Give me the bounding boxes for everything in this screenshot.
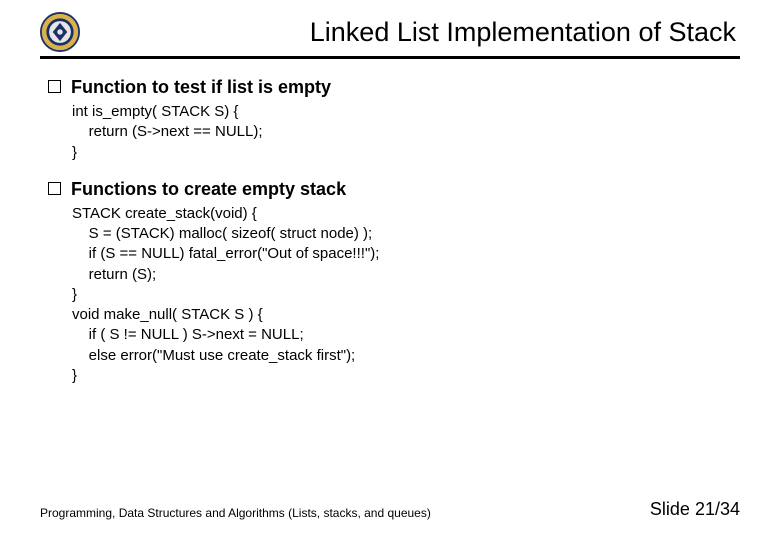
slide: Linked List Implementation of Stack Func… (0, 0, 780, 540)
slide-header: Linked List Implementation of Stack (40, 12, 740, 52)
code-line: if ( S != NULL ) S->next = NULL; (72, 325, 740, 345)
slide-number: Slide 21/34 (650, 499, 740, 520)
code-line: } (72, 143, 740, 163)
code-line: int is_empty( STACK S) { (72, 102, 740, 122)
slide-footer: Programming, Data Structures and Algorit… (40, 499, 740, 520)
code-line: void make_null( STACK S ) { (72, 305, 740, 325)
code-line: } (72, 366, 740, 386)
code-line: else error("Must use create_stack first"… (72, 346, 740, 366)
bullet-heading: Function to test if list is empty (71, 77, 331, 98)
code-line: if (S == NULL) fatal_error("Out of space… (72, 244, 740, 264)
slide-title: Linked List Implementation of Stack (94, 17, 740, 48)
square-bullet-icon (48, 182, 61, 195)
horizontal-rule (40, 56, 740, 59)
bullet-item: Function to test if list is empty (48, 77, 740, 98)
code-line: return (S); (72, 265, 740, 285)
footer-course-title: Programming, Data Structures and Algorit… (40, 506, 431, 520)
code-block: int is_empty( STACK S) { return (S->next… (72, 102, 740, 163)
code-line: STACK create_stack(void) { (72, 204, 740, 224)
code-line: return (S->next == NULL); (72, 122, 740, 142)
code-line: S = (STACK) malloc( sizeof( struct node)… (72, 224, 740, 244)
square-bullet-icon (48, 80, 61, 93)
organization-logo-icon (40, 12, 80, 52)
slide-content: Function to test if list is empty int is… (40, 77, 740, 386)
bullet-item: Functions to create empty stack (48, 179, 740, 200)
code-block: STACK create_stack(void) { S = (STACK) m… (72, 204, 740, 386)
code-line: } (72, 285, 740, 305)
bullet-heading: Functions to create empty stack (71, 179, 346, 200)
